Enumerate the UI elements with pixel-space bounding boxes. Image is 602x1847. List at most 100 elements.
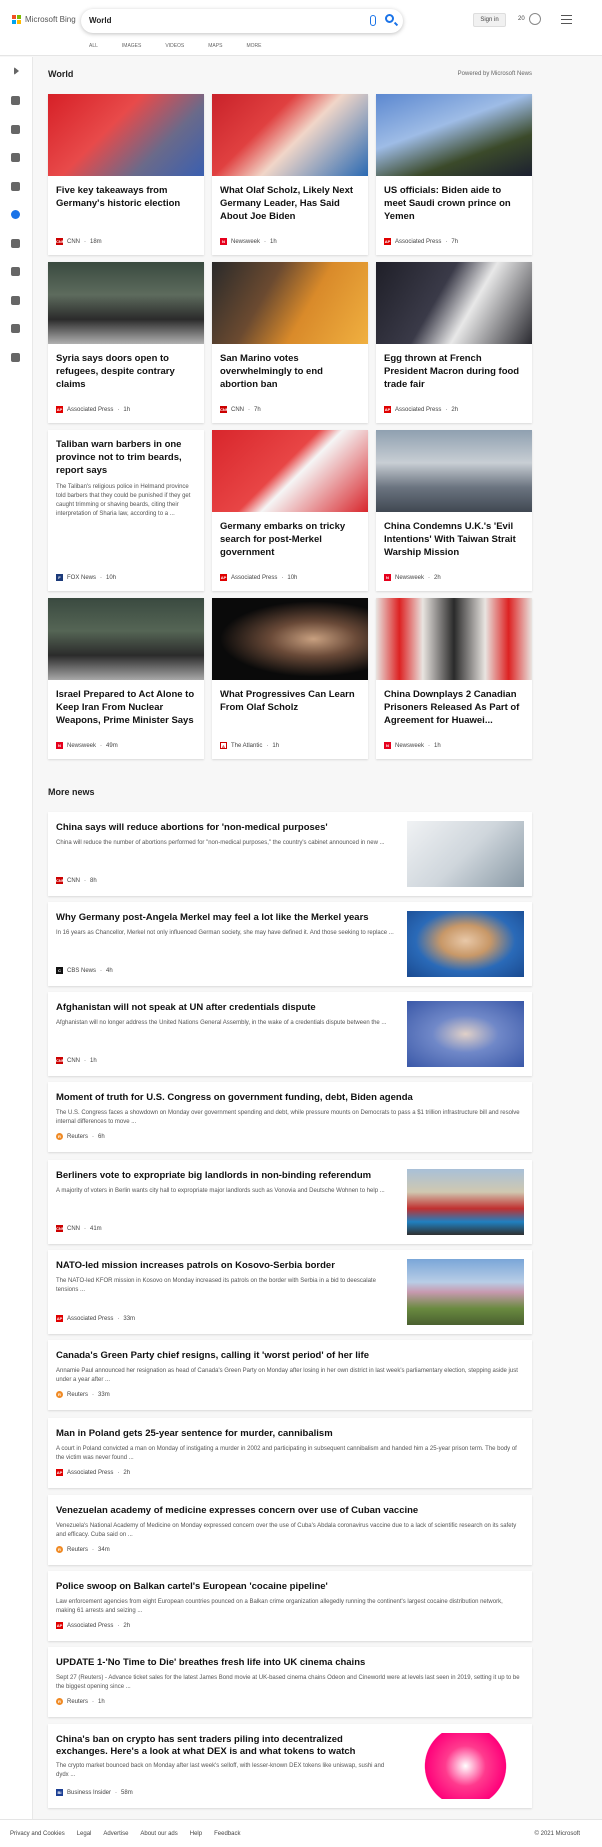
news-title[interactable]: Syria says doors open to refugees, despi… xyxy=(48,344,204,391)
location-icon[interactable] xyxy=(11,182,20,191)
news-title[interactable]: Canada's Green Party chief resigns, call… xyxy=(56,1350,522,1362)
news-card[interactable]: US officials: Biden aide to meet Saudi c… xyxy=(376,94,532,255)
news-title[interactable]: China's ban on crypto has sent traders p… xyxy=(56,1734,396,1758)
footer-link[interactable]: Legal xyxy=(77,1831,92,1837)
news-image[interactable] xyxy=(376,598,532,680)
list-item[interactable]: Police swoop on Balkan cartel's European… xyxy=(48,1571,532,1641)
footer-link[interactable]: Feedback xyxy=(214,1831,240,1837)
list-item[interactable]: China says will reduce abortions for 'no… xyxy=(48,812,532,896)
search-input[interactable]: World xyxy=(81,9,403,33)
news-title[interactable]: Germany embarks on tricky search for pos… xyxy=(212,512,368,559)
list-item[interactable]: China's ban on crypto has sent traders p… xyxy=(48,1724,532,1808)
microphone-icon[interactable] xyxy=(370,15,376,26)
footer-link[interactable]: Help xyxy=(190,1831,202,1837)
news-title[interactable]: What Olaf Scholz, Likely Next Germany Le… xyxy=(212,176,368,223)
news-thumbnail[interactable] xyxy=(407,1169,524,1235)
news-image[interactable] xyxy=(376,94,532,176)
news-title[interactable]: Afghanistan will not speak at UN after c… xyxy=(56,1002,396,1014)
tab-images[interactable]: IMAGES xyxy=(122,43,141,49)
news-card[interactable]: Five key takeaways from Germany's histor… xyxy=(48,94,204,255)
tab-videos[interactable]: VIDEOS xyxy=(165,43,184,49)
list-item[interactable]: UPDATE 1-'No Time to Die' breathes fresh… xyxy=(48,1647,532,1717)
expand-icon[interactable] xyxy=(14,67,19,75)
news-title[interactable]: China Condemns U.K.'s 'Evil Intentions' … xyxy=(376,512,532,559)
flag-icon[interactable] xyxy=(11,153,20,162)
news-title[interactable]: Israel Prepared to Act Alone to Keep Ira… xyxy=(48,680,204,727)
news-thumbnail[interactable] xyxy=(407,911,524,977)
tab-all[interactable]: ALL xyxy=(89,43,98,49)
list-item[interactable]: Afghanistan will not speak at UN after c… xyxy=(48,992,532,1076)
business-icon[interactable] xyxy=(11,324,20,333)
news-source: N Newsweek · 49m xyxy=(56,742,118,749)
news-title[interactable]: Moment of truth for U.S. Congress on gov… xyxy=(56,1092,522,1104)
list-item[interactable]: Moment of truth for U.S. Congress on gov… xyxy=(48,1082,532,1152)
news-card[interactable]: Egg thrown at French President Macron du… xyxy=(376,262,532,423)
news-title[interactable]: Police swoop on Balkan cartel's European… xyxy=(56,1581,522,1593)
news-image[interactable] xyxy=(48,598,204,680)
news-thumbnail[interactable] xyxy=(407,821,524,887)
source-name: Newsweek xyxy=(231,238,261,245)
news-card[interactable]: Syria says doors open to refugees, despi… xyxy=(48,262,204,423)
rewards-button[interactable]: 20 xyxy=(518,13,541,25)
news-title[interactable]: UPDATE 1-'No Time to Die' breathes fresh… xyxy=(56,1657,522,1669)
news-thumbnail[interactable] xyxy=(407,1733,524,1799)
news-title[interactable]: China says will reduce abortions for 'no… xyxy=(56,822,396,834)
tab-maps[interactable]: MAPS xyxy=(208,43,222,49)
news-title[interactable]: San Marino votes overwhelmingly to end a… xyxy=(212,344,368,391)
news-title[interactable]: Berliners vote to expropriate big landlo… xyxy=(56,1170,396,1182)
news-thumbnail[interactable] xyxy=(407,1259,524,1325)
news-title[interactable]: China Downplays 2 Canadian Prisoners Rel… xyxy=(376,680,532,727)
news-card[interactable]: China Condemns U.K.'s 'Evil Intentions' … xyxy=(376,430,532,591)
trending-icon[interactable] xyxy=(11,125,20,134)
footer-link[interactable]: About our ads xyxy=(140,1831,177,1837)
news-title[interactable]: Venezuelan academy of medicine expresses… xyxy=(56,1505,522,1517)
money-icon[interactable] xyxy=(11,353,20,362)
footer-link[interactable]: Advertise xyxy=(103,1831,128,1837)
publisher-logo-icon: N xyxy=(220,238,227,245)
entertainment-icon[interactable] xyxy=(11,296,20,305)
news-card[interactable]: San Marino votes overwhelmingly to end a… xyxy=(212,262,368,423)
news-card[interactable]: Israel Prepared to Act Alone to Keep Ira… xyxy=(48,598,204,759)
tab-more[interactable]: MORE xyxy=(246,43,261,49)
news-title[interactable]: NATO-led mission increases patrols on Ko… xyxy=(56,1260,396,1272)
news-source: N Newsweek · 1h xyxy=(384,742,441,749)
list-item[interactable]: Canada's Green Party chief resigns, call… xyxy=(48,1340,532,1410)
news-image[interactable] xyxy=(48,262,204,344)
list-item[interactable]: Berliners vote to expropriate big landlo… xyxy=(48,1160,532,1244)
sign-in-button[interactable]: Sign in xyxy=(473,13,506,27)
news-card[interactable]: Taliban warn barbers in one province not… xyxy=(48,430,204,591)
science-icon[interactable] xyxy=(11,239,20,248)
menu-icon[interactable] xyxy=(561,15,572,24)
news-title[interactable]: Man in Poland gets 25-year sentence for … xyxy=(56,1428,522,1440)
news-title[interactable]: Five key takeaways from Germany's histor… xyxy=(48,176,204,210)
search-icon[interactable] xyxy=(385,14,394,23)
news-title[interactable]: Why Germany post-Angela Merkel may feel … xyxy=(56,912,396,924)
news-image[interactable] xyxy=(376,430,532,512)
news-image[interactable] xyxy=(212,598,368,680)
news-image[interactable] xyxy=(48,94,204,176)
news-image[interactable] xyxy=(212,430,368,512)
list-item[interactable]: Man in Poland gets 25-year sentence for … xyxy=(48,1418,532,1488)
news-title[interactable]: Egg thrown at French President Macron du… xyxy=(376,344,532,391)
list-item[interactable]: NATO-led mission increases patrols on Ko… xyxy=(48,1250,532,1334)
news-title[interactable]: What Progressives Can Learn From Olaf Sc… xyxy=(212,680,368,714)
news-thumbnail[interactable] xyxy=(407,1001,524,1067)
list-item[interactable]: Why Germany post-Angela Merkel may feel … xyxy=(48,902,532,986)
home-icon[interactable] xyxy=(11,96,20,105)
news-title[interactable]: Taliban warn barbers in one province not… xyxy=(48,430,204,477)
bing-logo[interactable]: Microsoft Bing xyxy=(12,15,76,24)
globe-icon[interactable] xyxy=(11,210,20,219)
news-title[interactable]: US officials: Biden aide to meet Saudi c… xyxy=(376,176,532,223)
news-image[interactable] xyxy=(376,262,532,344)
news-snippet: Afghanistan will no longer address the U… xyxy=(56,1020,387,1026)
footer-link[interactable]: Privacy and Cookies xyxy=(10,1831,65,1837)
news-image[interactable] xyxy=(212,94,368,176)
news-card[interactable]: China Downplays 2 Canadian Prisoners Rel… xyxy=(376,598,532,759)
list-item[interactable]: Venezuelan academy of medicine expresses… xyxy=(48,1495,532,1565)
news-card[interactable]: What Progressives Can Learn From Olaf Sc… xyxy=(212,598,368,759)
source-name: CNN xyxy=(67,238,80,245)
technology-icon[interactable] xyxy=(11,267,20,276)
news-image[interactable] xyxy=(212,262,368,344)
news-card[interactable]: What Olaf Scholz, Likely Next Germany Le… xyxy=(212,94,368,255)
news-card[interactable]: Germany embarks on tricky search for pos… xyxy=(212,430,368,591)
